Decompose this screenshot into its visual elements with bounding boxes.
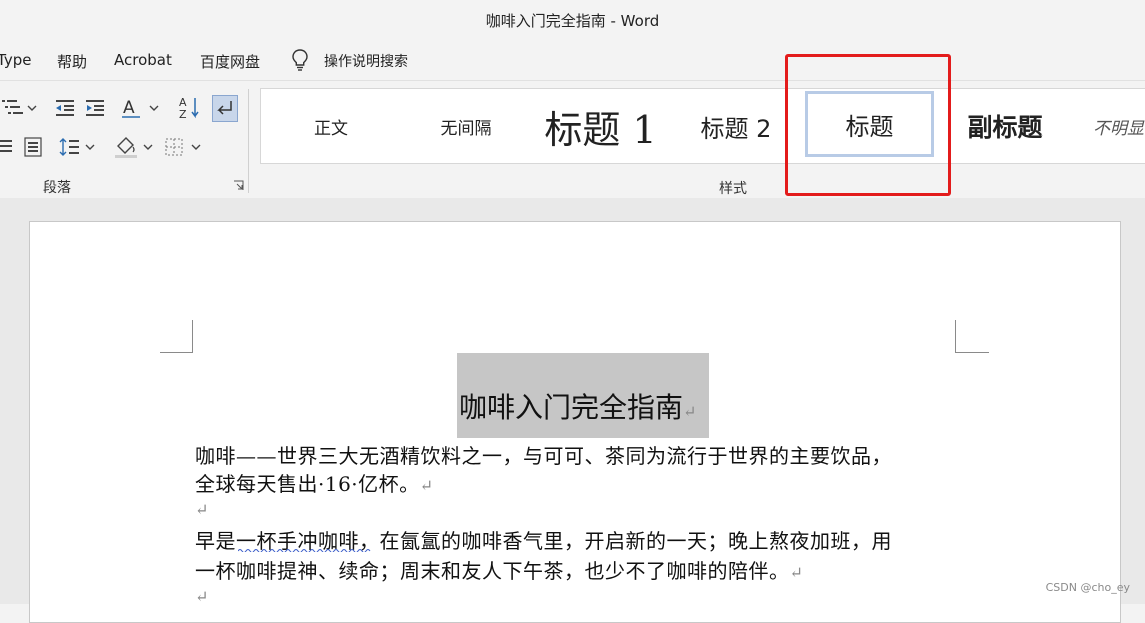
text-run: 全球每天售出·16·亿杯。 xyxy=(195,472,420,496)
borders-icon[interactable] xyxy=(164,136,204,158)
justify-icon[interactable] xyxy=(0,137,14,157)
grammar-squiggle xyxy=(238,549,371,552)
ribbon-tabs: Type 帮助 Acrobat 百度网盘 操作说明搜索 xyxy=(0,44,1145,78)
paragraph-mark: ↵ xyxy=(419,476,434,495)
style-heading-2[interactable]: 标题 2 xyxy=(691,89,781,163)
style-subtle-emphasis[interactable]: 不明显 xyxy=(1093,89,1145,163)
margin-corner-top-right xyxy=(955,320,989,353)
style-subtitle-label: 副标题 xyxy=(967,113,1043,142)
line-spacing-icon[interactable] xyxy=(58,136,98,158)
style-subtle-emphasis-label: 不明显 xyxy=(1093,118,1144,139)
text-run: 一杯咖啡提神、续命；周末和友人下午茶，也少不了咖啡的陪伴。 xyxy=(195,559,790,583)
distributed-align-icon[interactable] xyxy=(22,136,44,158)
empty-paragraph[interactable]: ↵ xyxy=(195,496,209,520)
margin-corner-top-left xyxy=(160,320,193,353)
tab-type[interactable]: Type xyxy=(0,51,31,69)
title-bar: 咖啡入门完全指南 - Word xyxy=(0,0,1145,40)
tab-baidu-netdisk[interactable]: 百度网盘 xyxy=(200,51,260,72)
paragraph-mark: ↵ xyxy=(683,402,697,421)
show-formatting-toggle[interactable] xyxy=(212,95,238,122)
paragraph-mark: ↵ xyxy=(789,563,804,582)
paragraph-2-line-2[interactable]: 一杯咖啡提神、续命；周末和友人下午茶，也少不了咖啡的陪伴。↵ xyxy=(195,555,803,584)
lightbulb-icon[interactable] xyxy=(290,48,310,72)
increase-indent-icon[interactable] xyxy=(84,98,106,118)
style-heading-1[interactable]: 标题 1 xyxy=(533,89,668,163)
annotation-highlight-box xyxy=(785,54,951,196)
sort-icon[interactable]: A Z xyxy=(178,95,202,121)
style-normal-label: 正文 xyxy=(314,118,348,139)
paragraph-mark: ↵ xyxy=(195,587,209,606)
paragraph-group-label: 段落 xyxy=(43,180,71,196)
paragraph-mark-icon xyxy=(217,101,232,115)
multilevel-list-icon[interactable] xyxy=(0,98,38,118)
document-title[interactable]: 咖啡入门完全指南↵ xyxy=(459,386,696,426)
styles-group-label: 样式 xyxy=(719,181,747,197)
window-title: 咖啡入门完全指南 - Word xyxy=(485,11,660,30)
tab-help[interactable]: 帮助 xyxy=(57,51,87,72)
style-no-spacing[interactable]: 无间隔 xyxy=(421,89,511,163)
style-subtitle[interactable]: 副标题 xyxy=(955,89,1055,163)
style-normal[interactable]: 正文 xyxy=(291,89,371,163)
shading-icon[interactable] xyxy=(113,134,155,160)
text-run: 咖啡——世界三大无酒精饮料之一，与可可、茶同为流行于世界的主要饮品， xyxy=(195,444,892,468)
style-heading-2-label: 标题 2 xyxy=(700,114,772,143)
svg-text:A: A xyxy=(123,98,135,118)
dialog-launcher-icon[interactable] xyxy=(233,180,244,191)
watermark: CSDN @cho_ey xyxy=(1045,581,1130,594)
tell-me-search[interactable]: 操作说明搜索 xyxy=(324,51,408,71)
empty-paragraph[interactable]: ↵ xyxy=(195,583,209,607)
document-title-text: 咖啡入门完全指南 xyxy=(459,391,684,424)
paragraph-mark: ↵ xyxy=(195,500,209,519)
paragraph-1-line-1[interactable]: 咖啡——世界三大无酒精饮料之一，与可可、茶同为流行于世界的主要饮品， xyxy=(195,440,892,469)
text-direction-icon[interactable]: A xyxy=(120,96,160,120)
tab-acrobat[interactable]: Acrobat xyxy=(114,51,172,69)
style-heading-1-label: 标题 1 xyxy=(544,107,657,152)
decrease-indent-icon[interactable] xyxy=(54,98,76,118)
group-separator xyxy=(248,89,249,193)
paragraph-1-line-2[interactable]: 全球每天售出·16·亿杯。↵ xyxy=(195,468,434,497)
style-no-spacing-label: 无间隔 xyxy=(440,118,492,139)
svg-text:Z: Z xyxy=(179,108,187,121)
styles-gallery: 正文 无间隔 标题 1 标题 2 副标题 不明显 xyxy=(260,88,1145,164)
